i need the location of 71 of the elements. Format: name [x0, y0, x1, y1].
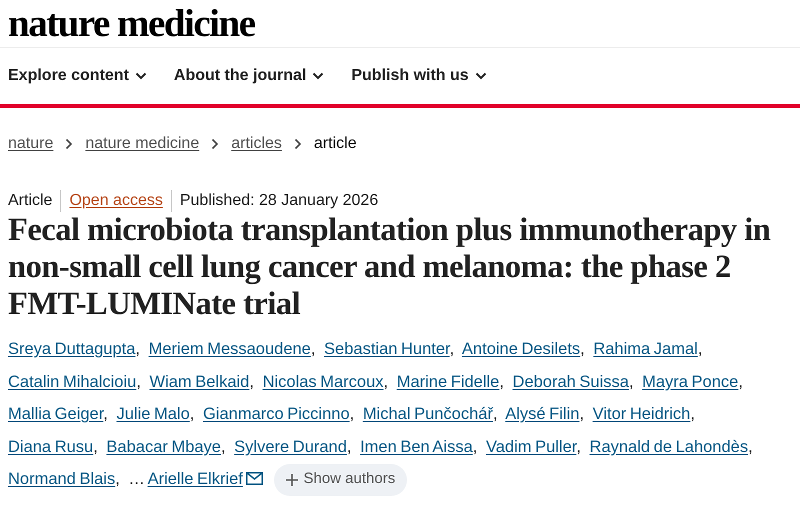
nav-menu-button[interactable]: About the journal: [174, 64, 324, 88]
chevron-down-icon: [134, 72, 147, 80]
article-type: Article: [8, 191, 52, 211]
comma: ,: [450, 340, 454, 358]
nav-menu-button[interactable]: Publish with us: [351, 64, 487, 88]
comma: ,: [738, 372, 743, 390]
author-link[interactable]: Meriem Messaoudene: [148, 340, 311, 358]
author-link[interactable]: Julie Malo: [116, 405, 190, 423]
breadcrumb-link[interactable]: articles: [231, 132, 282, 156]
comma: ,: [220, 438, 226, 456]
comma: ,: [190, 405, 194, 423]
comma: ,: [748, 438, 753, 456]
author-link[interactable]: Gianmarco Piccinno: [202, 405, 350, 423]
chevron-right-icon: [294, 138, 302, 150]
chevron-down-icon: [312, 72, 324, 80]
comma: ,: [136, 372, 141, 390]
author-link[interactable]: Alysé Filin: [505, 405, 580, 423]
author-link[interactable]: Imen Ben Aissa: [360, 438, 473, 456]
author-link[interactable]: Sreya Duttagupta: [8, 340, 136, 358]
published-date: Published: 28 January 2026: [180, 191, 378, 211]
author-link[interactable]: Marine Fidelle: [396, 372, 500, 390]
article-title: Fecal microbiota transplantation plus immunotherapy in non-small cell lung cancer and melanoma: the phase 2 FMT-LUMINate trial: [7, 212, 772, 323]
comma: ,: [310, 340, 316, 358]
ellipsis: …: [128, 470, 145, 488]
comma: ,: [350, 405, 354, 423]
comma: ,: [249, 372, 254, 390]
author-link[interactable]: Babacar Mbaye: [106, 438, 221, 456]
author-link[interactable]: Sylvere Durand: [234, 438, 347, 456]
author-link[interactable]: Rahima Jamal: [593, 340, 698, 358]
author-link[interactable]: Michal Punčochář: [362, 405, 493, 423]
site-logo[interactable]: nature medicine: [8, 2, 255, 45]
comma: ,: [576, 438, 581, 456]
mail-icon[interactable]: [246, 472, 263, 485]
comma: ,: [698, 340, 702, 358]
author-link[interactable]: Nicolas Marcoux: [262, 372, 384, 390]
breadcrumb-link[interactable]: nature medicine: [85, 132, 200, 156]
author-link[interactable]: Catalin Mihalcioiu: [8, 372, 136, 390]
author-link[interactable]: Normand Blais: [8, 470, 116, 488]
comma: ,: [690, 405, 695, 423]
nav-menu-button[interactable]: Explore content: [8, 64, 147, 88]
author-link[interactable]: Antoine Desilets: [462, 340, 580, 358]
show-authors-button[interactable]: Show authors: [274, 464, 408, 496]
plus-icon: [286, 474, 298, 486]
comma: ,: [103, 405, 108, 423]
author-link[interactable]: Diana Rusu: [8, 438, 94, 456]
comma: ,: [115, 470, 120, 488]
comma: ,: [579, 405, 584, 423]
comma: ,: [384, 372, 388, 390]
open-access-link[interactable]: Open access: [69, 189, 163, 213]
breadcrumb-link[interactable]: nature: [8, 132, 54, 156]
author-link[interactable]: Mallia Geiger: [8, 405, 104, 423]
author-link[interactable]: Raynald de Lahondès: [590, 438, 748, 456]
comma: ,: [628, 372, 634, 390]
chevron-down-icon: [474, 72, 487, 80]
author-link[interactable]: Sebastian Hunter: [324, 340, 450, 358]
comma: ,: [499, 372, 504, 390]
author-link[interactable]: Arielle Elkrief: [148, 470, 243, 488]
comma: ,: [135, 340, 140, 358]
breadcrumb-current: article: [314, 134, 357, 154]
comma: ,: [93, 438, 98, 456]
comma: ,: [346, 438, 352, 456]
author-link[interactable]: Wiam Belkaid: [150, 372, 250, 390]
author-link[interactable]: Vitor Heidrich: [592, 405, 690, 423]
chevron-right-icon: [211, 138, 220, 150]
chevron-right-icon: [65, 138, 74, 150]
author-link[interactable]: Mayra Ponce: [642, 372, 738, 390]
comma: ,: [580, 340, 585, 358]
author-link[interactable]: Vadim Puller: [486, 438, 576, 456]
comma: ,: [472, 438, 478, 456]
comma: ,: [492, 405, 498, 423]
author-link[interactable]: Deborah Suissa: [512, 372, 629, 390]
